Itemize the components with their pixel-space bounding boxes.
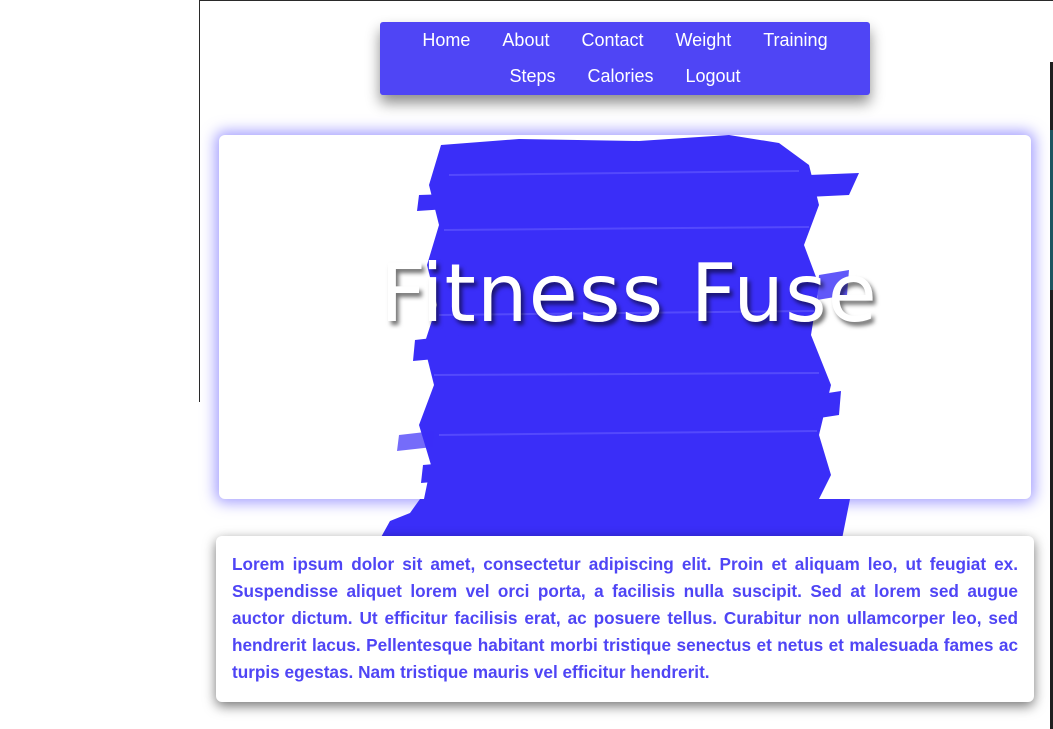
hero-banner: Fitness Fuse [219, 135, 1031, 499]
nav-link-about[interactable]: About [486, 30, 565, 51]
main-nav: Home About Contact Weight Training Steps… [380, 22, 870, 95]
brush-stroke-tail [380, 499, 850, 539]
nav-link-steps[interactable]: Steps [493, 66, 571, 87]
intro-paragraph: Lorem ipsum dolor sit amet, consectetur … [232, 554, 1018, 682]
nav-link-home[interactable]: Home [406, 30, 486, 51]
intro-card: Lorem ipsum dolor sit amet, consectetur … [216, 536, 1034, 702]
hero-title: Fitness Fuse [380, 247, 878, 340]
nav-link-logout[interactable]: Logout [670, 66, 757, 87]
nav-row-primary: Home About Contact Weight Training [406, 23, 843, 59]
nav-link-contact[interactable]: Contact [565, 30, 659, 51]
frame-top-border [199, 0, 1053, 1]
nav-link-training[interactable]: Training [747, 30, 843, 51]
nav-row-secondary: Steps Calories Logout [493, 59, 756, 95]
page: Home About Contact Weight Training Steps… [0, 0, 1053, 729]
frame-left-border [199, 0, 200, 402]
nav-link-calories[interactable]: Calories [571, 66, 669, 87]
nav-link-weight[interactable]: Weight [660, 30, 748, 51]
